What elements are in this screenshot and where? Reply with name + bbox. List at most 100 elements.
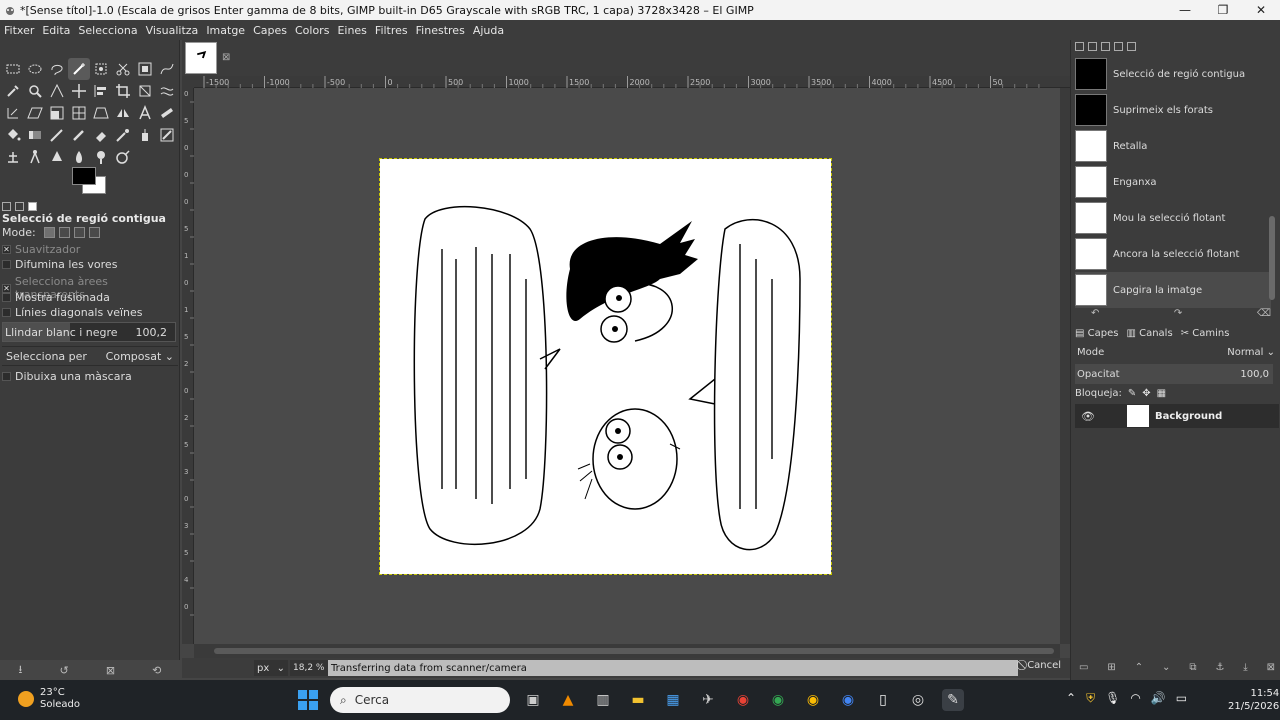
move-icon[interactable]: [68, 80, 90, 102]
flip-icon[interactable]: [112, 102, 134, 124]
scissors-icon[interactable]: [112, 58, 134, 80]
document-history-tab-icon[interactable]: [1114, 42, 1123, 51]
undo-history-item-active[interactable]: Capgira la imatge: [1075, 272, 1271, 308]
layer-mode-dropdown[interactable]: Normal ⌄: [1227, 347, 1275, 358]
mode-intersect-icon[interactable]: [88, 227, 100, 238]
undo-history-item[interactable]: Retalla: [1075, 128, 1271, 164]
threshold-slider[interactable]: Llindar blanc i negre 100,2: [2, 322, 176, 342]
restore-options-icon[interactable]: ↺: [60, 664, 69, 677]
bucket-fill-icon[interactable]: [2, 124, 24, 146]
eraser-icon[interactable]: [90, 124, 112, 146]
vertical-ruler[interactable]: 05000510152025303540: [182, 88, 194, 644]
menu-ajuda[interactable]: Ajuda: [469, 24, 508, 37]
gradient-icon[interactable]: [24, 124, 46, 146]
microphone-icon[interactable]: 🎙: [1105, 691, 1120, 706]
duplicate-layer-icon[interactable]: ⧉: [1189, 662, 1196, 673]
tab-capes[interactable]: ▤ Capes: [1075, 328, 1118, 339]
chrome-profile-icon[interactable]: ◉: [767, 689, 789, 711]
menu-colors[interactable]: Colors: [291, 24, 333, 37]
diagonal-neighbors-option[interactable]: Línies diagonals veïnes: [2, 306, 143, 319]
checkbox-icon[interactable]: [2, 260, 11, 269]
paintbrush-icon[interactable]: [68, 124, 90, 146]
undo-history-item[interactable]: Ancora la selecció flotant: [1075, 236, 1271, 272]
wifi-icon[interactable]: ◠: [1130, 691, 1140, 706]
checkbox-icon[interactable]: [2, 372, 11, 381]
mode-add-icon[interactable]: [58, 227, 70, 238]
smudge-icon[interactable]: [68, 146, 90, 168]
fonts-tab-icon[interactable]: [1101, 42, 1110, 51]
close-button[interactable]: ✕: [1242, 0, 1280, 20]
library-icon[interactable]: ▥: [592, 689, 614, 711]
save-options-icon[interactable]: ⭳: [19, 661, 23, 680]
align-icon[interactable]: [90, 80, 112, 102]
vlc-icon[interactable]: ▲: [557, 689, 579, 711]
draw-mask-option[interactable]: Dibuixa una màscara: [2, 370, 132, 383]
desaturate-icon[interactable]: [112, 146, 134, 168]
maximize-button[interactable]: ❐: [1204, 0, 1242, 20]
horizontal-ruler[interactable]: -1500 -1000 -500 0 500 1000 1500 2000 2500 3000 35…: [194, 76, 1070, 88]
device-status-tab-icon[interactable]: [15, 201, 24, 211]
fg-bg-colors[interactable]: [72, 167, 112, 197]
feather-option[interactable]: Difumina les vores: [2, 258, 117, 271]
menu-finestres[interactable]: Finestres: [412, 24, 469, 37]
notepad-icon[interactable]: ▯: [872, 689, 894, 711]
undo-icon[interactable]: ↶: [1091, 308, 1099, 319]
delete-layer-icon[interactable]: ⊠: [1267, 662, 1275, 673]
clear-history-icon[interactable]: ⌫: [1257, 308, 1271, 319]
tool-options-tab-icon[interactable]: [2, 201, 11, 211]
clock[interactable]: 11:54 21/5/2026: [1228, 687, 1279, 713]
game-icon[interactable]: ✈: [697, 689, 719, 711]
redo-icon[interactable]: ↷: [1174, 308, 1182, 319]
obs-icon[interactable]: ◎: [907, 689, 929, 711]
brushes-tab-icon[interactable]: [1075, 42, 1084, 51]
menu-eines[interactable]: Eines: [333, 24, 370, 37]
color-picker-icon[interactable]: [2, 80, 24, 102]
lock-pixels-icon[interactable]: ✎: [1128, 388, 1136, 399]
lasso-icon[interactable]: [46, 58, 68, 80]
unified-transform-icon[interactable]: [134, 80, 156, 102]
chrome-beta-icon[interactable]: ◉: [837, 689, 859, 711]
anchor-layer-icon[interactable]: ⚓: [1215, 662, 1224, 673]
airbrush-icon[interactable]: [112, 124, 134, 146]
menu-filtres[interactable]: Filtres: [371, 24, 412, 37]
ruler-corner[interactable]: [182, 76, 194, 88]
dodge-burn-icon[interactable]: [90, 146, 112, 168]
perspective-icon[interactable]: [90, 102, 112, 124]
lock-position-icon[interactable]: ✥: [1142, 388, 1150, 399]
clone-icon[interactable]: [2, 146, 24, 168]
horizontal-scrollbar[interactable]: [194, 644, 1060, 658]
patterns-tab-icon[interactable]: [1088, 42, 1097, 51]
menu-capes[interactable]: Capes: [249, 24, 291, 37]
battery-icon[interactable]: ▭: [1176, 691, 1187, 706]
windows-start-icon[interactable]: [298, 690, 318, 710]
menu-visualitza[interactable]: Visualitza: [142, 24, 203, 37]
delete-options-icon[interactable]: ⊠: [106, 664, 115, 677]
cage-transform-icon[interactable]: [68, 102, 90, 124]
defender-icon[interactable]: ⛨: [1086, 691, 1095, 706]
menu-edita[interactable]: Edita: [38, 24, 74, 37]
menu-fitxer[interactable]: Fitxer: [0, 24, 38, 37]
undo-history-item[interactable]: Enganxa: [1075, 164, 1271, 200]
volume-icon[interactable]: 🔊: [1151, 691, 1166, 706]
gimp-taskbar-icon[interactable]: ✎: [942, 689, 964, 711]
blur-sharpen-icon[interactable]: [46, 146, 68, 168]
undo-scrollbar[interactable]: [1269, 216, 1275, 300]
unit-selector[interactable]: px ⌄: [254, 660, 288, 676]
raise-layer-icon[interactable]: ⌃: [1135, 662, 1143, 673]
undo-history-tab-icon[interactable]: [1127, 42, 1136, 51]
visibility-eye-icon[interactable]: 👁: [1081, 410, 1095, 423]
merge-layer-icon[interactable]: ⤓: [1243, 662, 1247, 673]
image-tab-thumbnail[interactable]: [185, 42, 217, 74]
perspective-clone-icon[interactable]: [24, 146, 46, 168]
heal-icon[interactable]: [156, 102, 178, 124]
zoom-selector[interactable]: 18,2 %: [290, 660, 328, 676]
reset-options-icon[interactable]: ⟲: [152, 664, 161, 677]
tab-camins[interactable]: ✂ Camins: [1181, 328, 1230, 339]
foreground-select-icon[interactable]: [134, 58, 156, 80]
lower-layer-icon[interactable]: ⌄: [1162, 662, 1170, 673]
minimize-button[interactable]: —: [1166, 0, 1204, 20]
undo-tab-icon[interactable]: [28, 201, 37, 211]
vertical-scrollbar[interactable]: [1060, 88, 1070, 644]
tab-canals[interactable]: ▥ Canals: [1126, 328, 1172, 339]
store-icon[interactable]: ▦: [662, 689, 684, 711]
